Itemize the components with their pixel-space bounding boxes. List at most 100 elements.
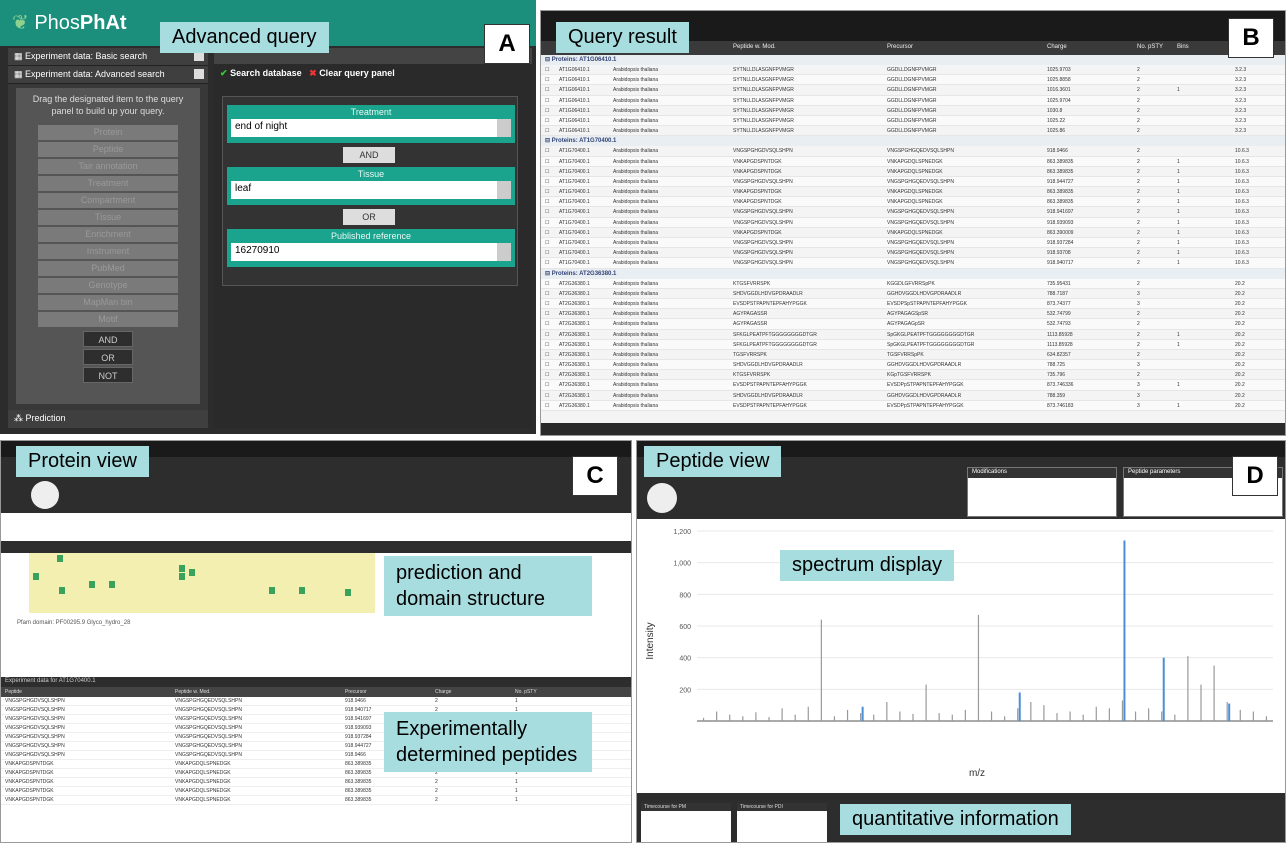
- chevron-down-icon[interactable]: [497, 119, 511, 137]
- column-header[interactable]: Precursor: [883, 41, 1043, 55]
- table-row[interactable]: ☐ AT2G36380.1 Arabidopsis thaliana TGSFVRRS…: [541, 350, 1285, 361]
- row-checkbox[interactable]: ☐: [541, 350, 555, 359]
- row-checkbox[interactable]: ☐: [541, 238, 555, 247]
- column-header[interactable]: Peptide: [1, 687, 171, 697]
- row-checkbox[interactable]: ☐: [541, 146, 555, 155]
- row-checkbox[interactable]: ☐: [541, 299, 555, 308]
- protein-group-header[interactable]: ⊟ Proteins: AT2G36380.1: [541, 268, 1285, 279]
- sidebar-item-prediction[interactable]: ⁂ Prediction: [8, 410, 208, 428]
- row-checkbox[interactable]: ☐: [541, 157, 555, 166]
- column-header[interactable]: Peptide w. Mod.: [729, 41, 883, 55]
- collapse-icon[interactable]: [194, 69, 204, 79]
- table-row[interactable]: ☐ AT2G36380.1 Arabidopsis thaliana KTGSFVRR…: [541, 370, 1285, 381]
- table-row[interactable]: ☐ AT1G70400.1 Arabidopsis thaliana VNGSPGHG…: [541, 248, 1285, 259]
- table-row[interactable]: VNGSPGHGDVSQLSHPN VNGSPGHGQEDVSQLSHPN 918.…: [1, 697, 631, 706]
- row-checkbox[interactable]: ☐: [541, 319, 555, 328]
- protein-group-header[interactable]: ⊟ Proteins: AT1G70400.1: [541, 136, 1285, 147]
- table-row[interactable]: ☐ AT1G70400.1 Arabidopsis thaliana VNKAPGDS…: [541, 187, 1285, 198]
- table-row[interactable]: ☐ AT2G36380.1 Arabidopsis thaliana SHDVGGDL…: [541, 360, 1285, 371]
- table-row[interactable]: ☐ AT2G36380.1 Arabidopsis thaliana KTGSFVRR…: [541, 278, 1285, 289]
- table-row[interactable]: ☐ AT1G70400.1 Arabidopsis thaliana VNKAPGDS…: [541, 197, 1285, 208]
- table-row[interactable]: ☐ AT1G70400.1 Arabidopsis thaliana VNGSPGHG…: [541, 146, 1285, 157]
- table-row[interactable]: ☐ AT1G06410.1 Arabidopsis thaliana SYTNLLDL…: [541, 95, 1285, 106]
- row-checkbox[interactable]: ☐: [541, 106, 555, 115]
- table-row[interactable]: ☐ AT1G06410.1 Arabidopsis thaliana SYTNLLDL…: [541, 126, 1285, 137]
- tissue-select[interactable]: leaf: [231, 181, 511, 199]
- column-header[interactable]: Bins: [1173, 41, 1231, 55]
- chevron-down-icon[interactable]: [497, 181, 511, 199]
- row-checkbox[interactable]: ☐: [541, 167, 555, 176]
- protein-group-header[interactable]: ⊟ Proteins: AT1G06410.1: [541, 55, 1285, 65]
- clear-query-button[interactable]: Clear query panel: [319, 68, 395, 78]
- table-row[interactable]: ☐ AT2G36380.1 Arabidopsis thaliana SFKGLPEA…: [541, 339, 1285, 350]
- row-checkbox[interactable]: ☐: [541, 96, 555, 105]
- row-checkbox[interactable]: ☐: [541, 197, 555, 206]
- table-row[interactable]: ☐ AT2G36380.1 Arabidopsis thaliana SFKGLPEA…: [541, 330, 1285, 340]
- table-row[interactable]: ☐ AT1G70400.1 Arabidopsis thaliana VNKAPGDS…: [541, 228, 1285, 238]
- row-checkbox[interactable]: ☐: [541, 248, 555, 257]
- table-row[interactable]: ☐ AT1G06410.1 Arabidopsis thaliana SYTNLLDL…: [541, 65, 1285, 76]
- row-checkbox[interactable]: ☐: [541, 187, 555, 196]
- drag-field-genotype[interactable]: Genotype: [38, 278, 178, 294]
- table-row[interactable]: ☐ AT2G36380.1 Arabidopsis thaliana SHDVGGDL…: [541, 289, 1285, 299]
- table-row[interactable]: ☐ AT1G70400.1 Arabidopsis thaliana VNKAPGDS…: [541, 156, 1285, 167]
- row-checkbox[interactable]: ☐: [541, 370, 555, 379]
- row-checkbox[interactable]: ☐: [541, 207, 555, 216]
- table-row[interactable]: ☐ AT1G70400.1 Arabidopsis thaliana VNKAPGDS…: [541, 167, 1285, 177]
- row-checkbox[interactable]: ☐: [541, 279, 555, 288]
- table-row[interactable]: VNKAPGDSPNTDGK VNKAPGDQLSPNEDGK 863.389835…: [1, 796, 631, 805]
- row-checkbox[interactable]: ☐: [541, 218, 555, 227]
- table-row[interactable]: VNKAPGDSPNTDGK VNKAPGDQLSPNEDGK 863.389835…: [1, 778, 631, 787]
- or-operator[interactable]: OR: [343, 209, 395, 225]
- table-row[interactable]: ☐ AT1G06410.1 Arabidopsis thaliana SYTNLLDL…: [541, 75, 1285, 86]
- table-row[interactable]: ☐ AT2G36380.1 Arabidopsis thaliana AGYPAGAS…: [541, 309, 1285, 320]
- drag-field-tair-annotation[interactable]: Tair annotation: [38, 159, 178, 175]
- table-row[interactable]: ☐ AT1G06410.1 Arabidopsis thaliana SYTNLLDL…: [541, 106, 1285, 116]
- drag-op-not[interactable]: NOT: [83, 367, 133, 384]
- search-database-button[interactable]: Search database: [230, 68, 302, 78]
- drag-field-peptide[interactable]: Peptide: [38, 142, 178, 158]
- drag-field-enrichment[interactable]: Enrichment: [38, 227, 178, 243]
- sidebar-item-advanced-search[interactable]: ▦ Experiment data: Advanced search: [8, 66, 208, 84]
- table-row[interactable]: ☐ AT2G36380.1 Arabidopsis thaliana EVSDPSTP…: [541, 298, 1285, 310]
- treatment-select[interactable]: end of night: [231, 119, 511, 137]
- chevron-down-icon[interactable]: [497, 243, 511, 261]
- drag-field-instrument[interactable]: Instrument: [38, 244, 178, 260]
- table-row[interactable]: ☐ AT1G70400.1 Arabidopsis thaliana VNGSPGHG…: [541, 238, 1285, 249]
- row-checkbox[interactable]: ☐: [541, 309, 555, 318]
- column-header[interactable]: No. pSTY: [511, 687, 571, 697]
- row-checkbox[interactable]: ☐: [541, 289, 555, 298]
- row-checkbox[interactable]: ☐: [541, 391, 555, 400]
- row-checkbox[interactable]: ☐: [541, 258, 555, 267]
- row-checkbox[interactable]: ☐: [541, 380, 555, 389]
- drag-field-pubmed[interactable]: PubMed: [38, 261, 178, 277]
- drag-field-tissue[interactable]: Tissue: [38, 210, 178, 226]
- column-header[interactable]: Precursor: [341, 687, 431, 697]
- drag-field-compartment[interactable]: Compartment: [38, 193, 178, 209]
- drag-field-mapman-bin[interactable]: MapMan bin: [38, 295, 178, 311]
- table-row[interactable]: VNKAPGDSPNTDGK VNKAPGDQLSPNEDGK 863.389835…: [1, 787, 631, 796]
- column-header[interactable]: No. pSTY: [1133, 41, 1173, 55]
- row-checkbox[interactable]: ☐: [541, 177, 555, 186]
- drag-field-motif[interactable]: Motif: [38, 312, 178, 328]
- table-row[interactable]: ☐ AT2G36380.1 Arabidopsis thaliana SHDVGGDL…: [541, 391, 1285, 401]
- row-checkbox[interactable]: ☐: [541, 340, 555, 349]
- drag-op-and[interactable]: AND: [83, 331, 133, 348]
- table-row[interactable]: ☐ AT1G70400.1 Arabidopsis thaliana VNGSPGHG…: [541, 258, 1285, 269]
- table-row[interactable]: ☐ AT2G36380.1 Arabidopsis thaliana AGYPAGAS…: [541, 319, 1285, 330]
- row-checkbox[interactable]: ☐: [541, 85, 555, 94]
- row-checkbox[interactable]: ☐: [541, 330, 555, 339]
- row-checkbox[interactable]: ☐: [541, 228, 555, 237]
- table-row[interactable]: ☐ AT1G06410.1 Arabidopsis thaliana SYTNLLDL…: [541, 85, 1285, 96]
- column-header[interactable]: Peptide w. Mod.: [171, 687, 341, 697]
- drag-field-treatment[interactable]: Treatment: [38, 176, 178, 192]
- table-row[interactable]: ☐ AT2G36380.1 Arabidopsis thaliana EVSDPSTP…: [541, 400, 1285, 411]
- result-pager[interactable]: [541, 423, 1285, 435]
- row-checkbox[interactable]: ☐: [541, 126, 555, 135]
- row-checkbox[interactable]: ☐: [541, 65, 555, 74]
- row-checkbox[interactable]: ☐: [541, 360, 555, 369]
- table-row[interactable]: ☐ AT1G70400.1 Arabidopsis thaliana VNGSPGHG…: [541, 207, 1285, 218]
- column-header[interactable]: Charge: [1043, 41, 1133, 55]
- reference-select[interactable]: 16270910: [231, 243, 511, 261]
- table-row[interactable]: ☐ AT1G06410.1 Arabidopsis thaliana SYTNLLDL…: [541, 115, 1285, 127]
